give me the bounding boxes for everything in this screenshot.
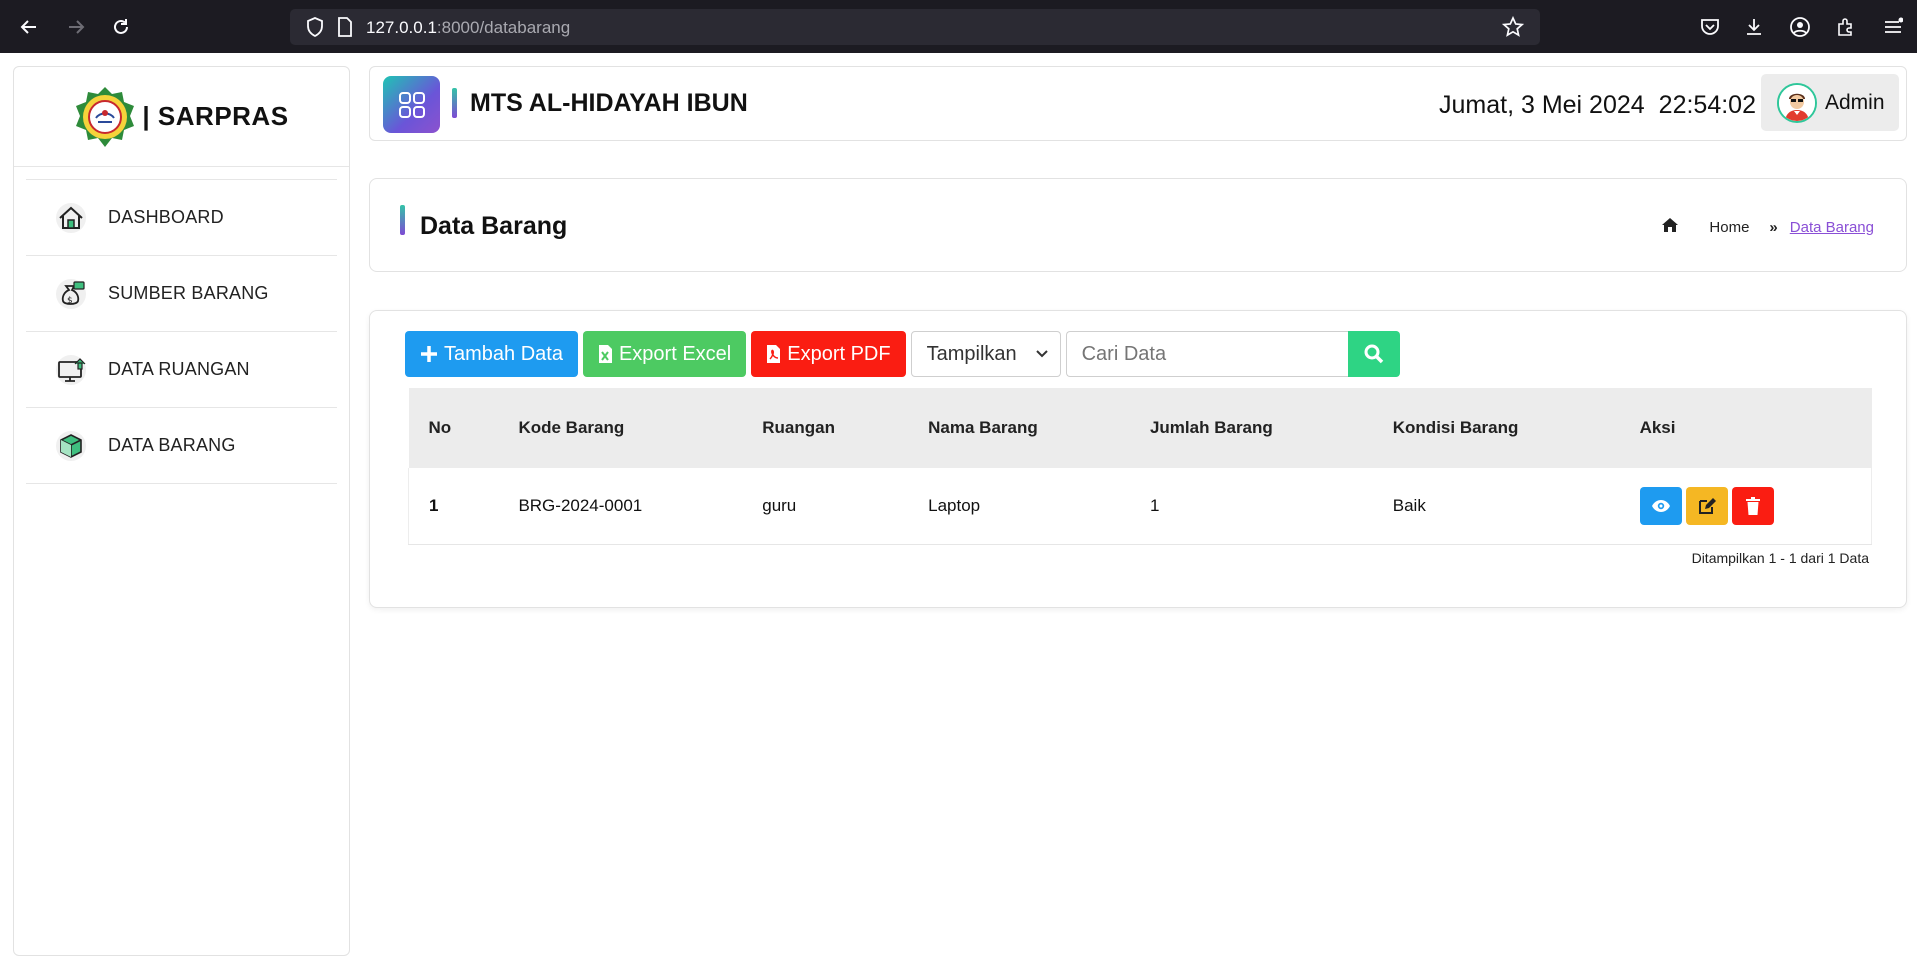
home-icon	[54, 201, 88, 235]
edit-button[interactable]	[1685, 486, 1728, 525]
cell-nama-barang: Laptop	[928, 495, 981, 515]
add-data-label: Tambah Data	[444, 342, 563, 365]
page-title: Data Barang	[420, 212, 568, 240]
trash-icon	[1745, 496, 1760, 515]
row-actions	[1639, 486, 1871, 525]
apps-grid-button[interactable]	[383, 76, 440, 133]
column-header[interactable]: Kondisi Barang	[1373, 388, 1620, 468]
show-entries-select[interactable]: Tampilkan	[910, 331, 1061, 377]
eye-icon	[1651, 499, 1670, 512]
plus-icon	[421, 346, 437, 362]
breadcrumb-home-link[interactable]: Home	[1709, 219, 1749, 236]
sidebar-item-label: DASHBOARD	[108, 207, 224, 227]
export-pdf-label: Export PDF	[787, 342, 891, 365]
money-bag-icon: $	[54, 277, 88, 311]
school-name: MTS AL-HIDAYAH IBUN	[470, 89, 748, 117]
table-header-row: No Kode Barang Ruangan Nama Barang Jumla…	[408, 388, 1872, 468]
top-header: MTS AL-HIDAYAH IBUN Jumat, 3 Mei 2024 22:…	[369, 66, 1907, 141]
school-logo	[76, 86, 135, 147]
column-header[interactable]: Jumlah Barang	[1130, 388, 1373, 468]
cell-kode-barang: BRG-2024-0001	[518, 495, 643, 515]
add-data-button[interactable]: Tambah Data	[405, 331, 578, 377]
export-pdf-button[interactable]: Export PDF	[751, 331, 906, 377]
sidebar-menu: DASHBOARD $ SUMBER BARANG DATA RUANGAN D…	[26, 179, 337, 484]
cell-aksi	[1620, 468, 1872, 544]
user-name: Admin	[1825, 90, 1885, 114]
search-group	[1065, 331, 1400, 377]
accent-bar	[452, 88, 457, 118]
avatar	[1777, 82, 1817, 123]
sidebar-item-dashboard[interactable]: DASHBOARD	[26, 180, 337, 256]
breadcrumb: Home » Data Barang	[1661, 217, 1874, 237]
extensions-icon[interactable]	[1833, 14, 1859, 40]
double-chevron-icon: »	[1769, 218, 1778, 236]
reload-icon[interactable]	[106, 12, 136, 42]
sidebar-item-label: DATA BARANG	[108, 435, 236, 455]
column-header[interactable]: No	[409, 388, 499, 468]
menu-icon[interactable]	[1880, 14, 1906, 40]
data-table-card: Tambah Data Export Excel Export PDF Tamp…	[369, 310, 1907, 608]
cell-jumlah-barang: 1	[1149, 495, 1160, 515]
bookmark-star-icon[interactable]	[1500, 14, 1526, 40]
table-summary: Ditampilkan 1 - 1 dari 1 Data	[1691, 550, 1869, 566]
table-row: 1 BRG-2024-0001 guru Laptop 1 Baik	[408, 468, 1872, 544]
page-icon	[332, 14, 358, 40]
sidebar-item-data-barang[interactable]: DATA BARANG	[26, 408, 337, 484]
home-icon[interactable]	[1661, 217, 1679, 237]
sidebar-item-sumber-barang[interactable]: $ SUMBER BARANG	[26, 256, 337, 332]
search-icon	[1364, 344, 1383, 364]
file-excel-icon	[598, 345, 612, 363]
view-button[interactable]	[1639, 486, 1682, 525]
account-icon[interactable]	[1787, 14, 1813, 40]
pocket-icon[interactable]	[1697, 14, 1723, 40]
data-table: No Kode Barang Ruangan Nama Barang Jumla…	[408, 388, 1872, 545]
box-icon	[54, 429, 88, 463]
column-header[interactable]: Nama Barang	[908, 388, 1130, 468]
cell-kondisi-barang: Baik	[1392, 495, 1426, 515]
browser-toolbar: 127.0.0.1:8000/databarang	[0, 0, 1917, 53]
grid-icon	[398, 91, 425, 118]
forward-icon[interactable]	[61, 12, 91, 42]
search-button[interactable]	[1347, 331, 1400, 377]
cell-no: 1	[429, 495, 439, 515]
edit-icon	[1698, 497, 1716, 514]
address-bar[interactable]: 127.0.0.1:8000/databarang	[290, 9, 1540, 45]
table-toolbar: Tambah Data Export Excel Export PDF Tamp…	[405, 330, 1400, 378]
column-header[interactable]: Kode Barang	[498, 388, 742, 468]
brand-title: | SARPRAS	[142, 101, 289, 131]
export-excel-button[interactable]: Export Excel	[582, 331, 747, 377]
monitor-upload-icon	[54, 353, 88, 387]
cell-ruangan: guru	[762, 495, 797, 515]
sidebar-item-data-ruangan[interactable]: DATA RUANGAN	[26, 332, 337, 408]
column-header[interactable]: Ruangan	[742, 388, 908, 468]
date-time: Jumat, 3 Mei 2024 22:54:02	[1439, 91, 1756, 120]
column-header: Aksi	[1639, 418, 1676, 437]
shield-icon[interactable]	[302, 14, 328, 40]
back-icon[interactable]	[14, 12, 44, 42]
svg-text:$: $	[67, 296, 73, 306]
clock-text: 22:54:02	[1658, 91, 1756, 119]
download-icon[interactable]	[1741, 14, 1767, 40]
export-excel-label: Export Excel	[618, 342, 732, 365]
breadcrumb-current-link[interactable]: Data Barang	[1790, 219, 1874, 236]
sidebar-item-label: SUMBER BARANG	[108, 283, 269, 303]
show-entries-value: Tampilkan	[926, 342, 1017, 365]
search-input[interactable]	[1065, 331, 1348, 377]
brand[interactable]: | SARPRAS	[14, 67, 349, 167]
file-pdf-icon	[767, 345, 781, 363]
page-header-card: Data Barang Home » Data Barang	[369, 178, 1907, 272]
delete-button[interactable]	[1731, 486, 1774, 525]
user-menu-button[interactable]: Admin	[1761, 74, 1899, 131]
sidebar-item-label: DATA RUANGAN	[108, 359, 250, 379]
date-text: Jumat, 3 Mei 2024	[1439, 91, 1645, 119]
url-text[interactable]: 127.0.0.1:8000/databarang	[366, 18, 570, 38]
chevron-down-icon	[1035, 350, 1048, 358]
accent-bar	[400, 205, 405, 235]
sidebar: | SARPRAS DASHBOARD $ SUMBER BARANG DATA…	[13, 66, 350, 956]
